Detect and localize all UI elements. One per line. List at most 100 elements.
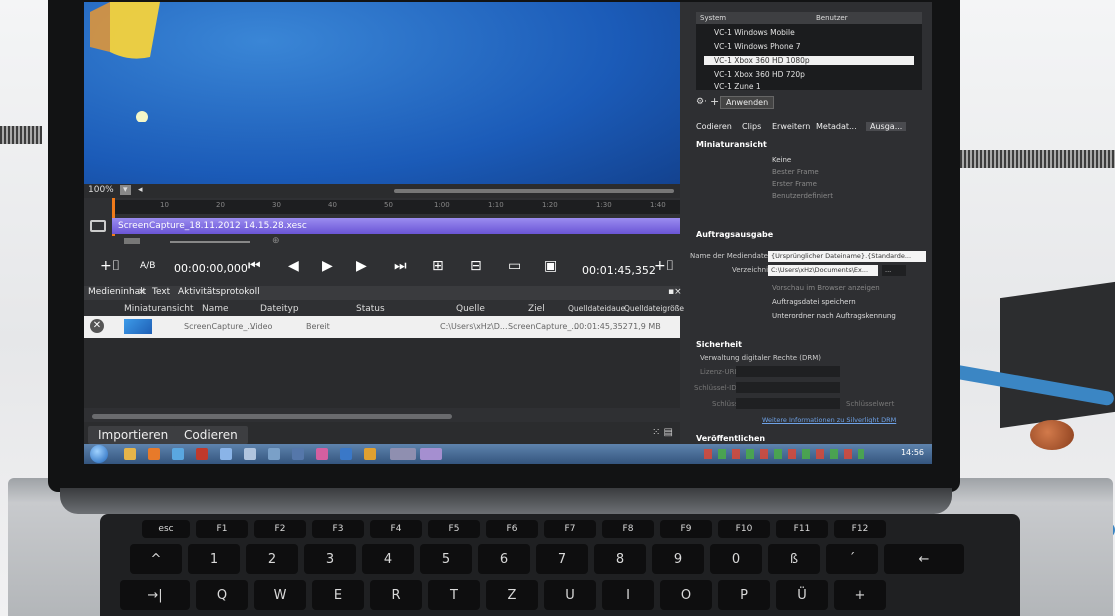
key-p[interactable]: P xyxy=(718,580,770,610)
browse-button[interactable]: ... xyxy=(882,265,906,276)
encoder-icon[interactable] xyxy=(390,448,416,460)
zoom-in-icon[interactable]: ⊕ xyxy=(272,236,280,246)
tab-enhance[interactable]: Erweitern xyxy=(772,122,810,131)
preset-item-selected[interactable]: VC-1 Xbox 360 HD 1080p xyxy=(704,56,914,65)
key-f6[interactable]: F6 xyxy=(486,520,538,538)
key-u[interactable]: U xyxy=(544,580,596,610)
app-icon[interactable] xyxy=(220,448,232,460)
key-acute[interactable]: ´ xyxy=(826,544,878,574)
col-thumbnail[interactable]: Miniaturansicht xyxy=(124,304,194,314)
preset-item[interactable]: VC-1 Zune 1 xyxy=(714,82,761,91)
key-0[interactable]: 0 xyxy=(710,544,762,574)
preview-in-browser-checkbox[interactable]: Vorschau im Browser anzeigen xyxy=(772,284,880,292)
filmstrip-icon[interactable] xyxy=(90,220,106,232)
tab-metadata[interactable]: Metadat... xyxy=(816,122,857,131)
thumbnail-option-best[interactable]: Bester Frame xyxy=(772,168,819,176)
view-toggle-icon[interactable]: ⁙ ▤ xyxy=(652,427,673,438)
key-f11[interactable]: F11 xyxy=(776,520,828,538)
key-w[interactable]: W xyxy=(254,580,306,610)
key-r[interactable]: R xyxy=(370,580,422,610)
app-icon[interactable] xyxy=(292,448,304,460)
key-value-button[interactable]: Schlüsselwert xyxy=(846,400,894,408)
thumbnail-option-none[interactable]: Keine xyxy=(772,156,791,164)
key-backspace[interactable]: ← xyxy=(884,544,964,574)
key-f2[interactable]: F2 xyxy=(254,520,306,538)
gear-icon[interactable]: ⚙· xyxy=(696,97,707,107)
key-field[interactable] xyxy=(736,398,840,409)
subfolder-by-job-checkbox[interactable]: Unterordner nach Auftragskennung xyxy=(772,312,896,320)
publish-section-title[interactable]: Veröffentlichen xyxy=(696,434,765,443)
table-row[interactable]: ✕ ScreenCapture_... Video Bereit C:\User… xyxy=(84,316,680,338)
clip-view-icon[interactable]: ▭ xyxy=(508,258,521,274)
app-icon[interactable] xyxy=(268,448,280,460)
col-source-size[interactable]: Quelldateigröße xyxy=(624,304,684,313)
key-f9[interactable]: F9 xyxy=(660,520,712,538)
scroll-left-icon[interactable]: ◂ xyxy=(138,185,143,195)
close-icon[interactable]: × xyxy=(138,287,146,297)
key-f3[interactable]: F3 xyxy=(312,520,364,538)
key-f5[interactable]: F5 xyxy=(428,520,480,538)
col-source[interactable]: Quelle xyxy=(456,304,485,314)
preview-scrollbar[interactable] xyxy=(394,189,674,193)
key-f4[interactable]: F4 xyxy=(370,520,422,538)
key-caret[interactable]: ^ xyxy=(130,544,182,574)
key-6[interactable]: 6 xyxy=(478,544,530,574)
go-to-end-icon[interactable]: ⏭ xyxy=(394,258,407,274)
col-filetype[interactable]: Dateityp xyxy=(260,304,299,314)
col-user[interactable]: Benutzer xyxy=(816,14,848,22)
key-e[interactable]: E xyxy=(312,580,364,610)
media-player-icon[interactable] xyxy=(148,448,160,460)
key-u-umlaut[interactable]: Ü xyxy=(776,580,828,610)
timeline-clip[interactable]: ScreenCapture_18.11.2012 14.15.28.xesc xyxy=(112,218,680,234)
encoder-active-icon[interactable] xyxy=(420,448,442,460)
app-icon[interactable] xyxy=(316,448,328,460)
key-f1[interactable]: F1 xyxy=(196,520,248,538)
apply-button[interactable]: Anwenden xyxy=(720,96,775,109)
col-name[interactable]: Name xyxy=(202,304,229,314)
add-preset-icon[interactable]: + xyxy=(710,95,719,108)
col-source-duration[interactable]: Quelldateidaue xyxy=(568,304,625,313)
thumbnail-option-first[interactable]: Erster Frame xyxy=(772,180,817,188)
preset-item[interactable]: VC-1 Xbox 360 HD 720p xyxy=(714,70,805,79)
key-4[interactable]: 4 xyxy=(362,544,414,574)
key-3[interactable]: 3 xyxy=(304,544,356,574)
key-sharp-s[interactable]: ß xyxy=(768,544,820,574)
preset-item[interactable]: VC-1 Windows Phone 7 xyxy=(714,42,800,51)
key-2[interactable]: 2 xyxy=(246,544,298,574)
key-i[interactable]: I xyxy=(602,580,654,610)
col-status[interactable]: Status xyxy=(356,304,385,314)
play-icon[interactable]: ▶ xyxy=(322,258,333,274)
insert-icon[interactable]: +⌷ xyxy=(654,258,674,274)
app-icon[interactable] xyxy=(196,448,208,460)
pin-icon[interactable]: ▪× xyxy=(668,287,682,297)
media-file-field[interactable]: {Ursprünglicher Dateiname}.{Standarde... xyxy=(768,251,926,262)
col-system[interactable]: System xyxy=(700,14,726,22)
next-frame-icon[interactable]: ▶ xyxy=(356,258,367,274)
snapshot-icon[interactable]: ▣ xyxy=(544,258,557,274)
start-button-icon[interactable] xyxy=(90,445,108,463)
ab-compare-button[interactable]: A/B xyxy=(140,261,155,271)
zoom-out-icon[interactable] xyxy=(124,238,140,244)
col-target[interactable]: Ziel xyxy=(528,304,545,314)
add-marker-button[interactable]: +⌷ xyxy=(100,258,120,274)
key-esc[interactable]: esc xyxy=(142,520,190,538)
key-plus[interactable]: + xyxy=(834,580,886,610)
tab-activity-log[interactable]: Aktivitätsprotokoll xyxy=(178,287,260,297)
tab-text[interactable]: Text xyxy=(152,287,170,297)
app-icon[interactable] xyxy=(364,448,376,460)
security-section-title[interactable]: Sicherheit xyxy=(696,340,742,349)
system-tray-icons[interactable] xyxy=(704,449,864,459)
app-icon[interactable] xyxy=(340,448,352,460)
remove-item-icon[interactable]: ✕ xyxy=(90,319,104,333)
key-1[interactable]: 1 xyxy=(188,544,240,574)
tab-clips[interactable]: Clips xyxy=(742,122,761,131)
tab-output[interactable]: Ausga... xyxy=(866,122,907,131)
zoom-level[interactable]: 100% xyxy=(88,185,114,195)
key-o[interactable]: O xyxy=(660,580,712,610)
encode-button[interactable]: Codieren xyxy=(174,426,248,444)
trim-icon[interactable]: ⊟ xyxy=(470,258,482,274)
zoom-dropdown-icon[interactable]: ▾ xyxy=(120,185,131,195)
thumbnail-option-custom[interactable]: Benutzerdefiniert xyxy=(772,192,833,200)
key-t[interactable]: T xyxy=(428,580,480,610)
explorer-icon[interactable] xyxy=(124,448,136,460)
